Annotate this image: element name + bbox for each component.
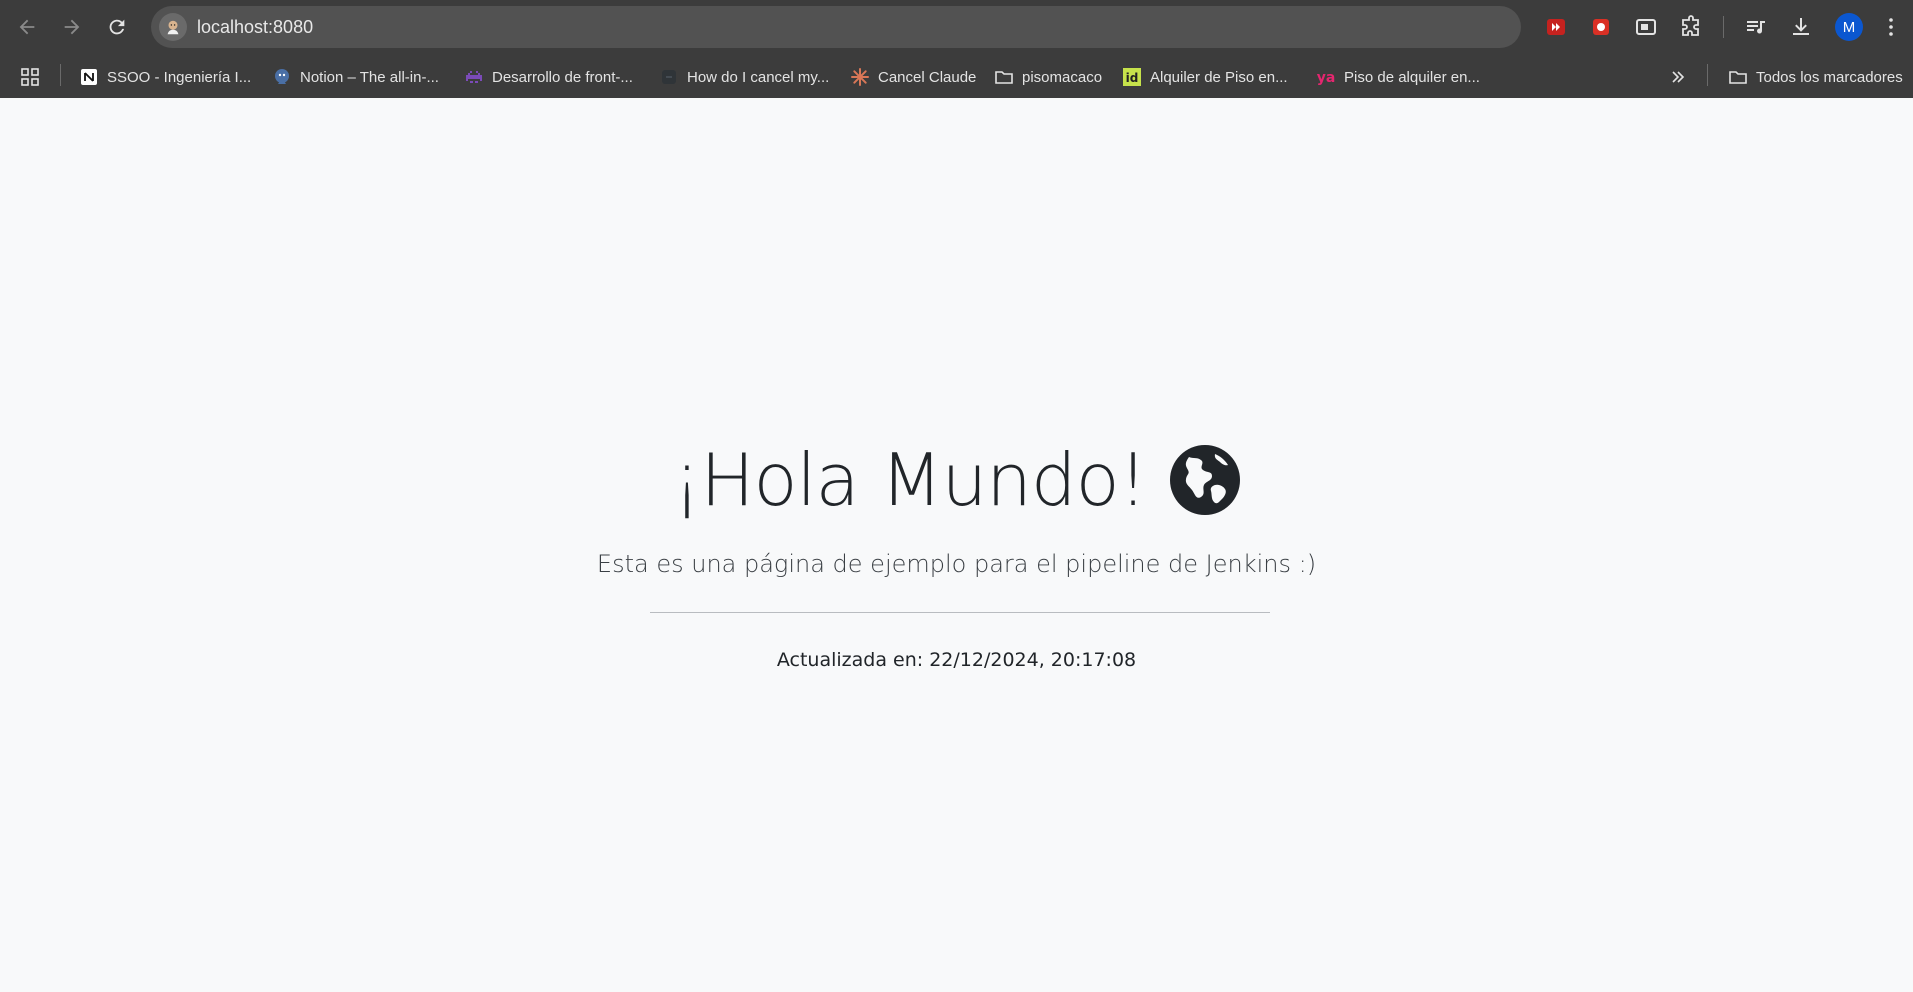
arrow-right-icon — [64, 19, 80, 35]
bookmark-item[interactable]: Cancel Claude — [850, 64, 976, 90]
space-invader-icon — [464, 67, 484, 87]
forward-button[interactable] — [54, 9, 90, 45]
svg-text:id: id — [1126, 71, 1139, 85]
globe-icon — [1169, 445, 1240, 515]
reload-icon — [109, 19, 125, 35]
svg-text:ya: ya — [1317, 70, 1336, 86]
downloads-button[interactable] — [1786, 12, 1816, 42]
divider — [650, 612, 1270, 613]
media-controls-button[interactable] — [1741, 12, 1771, 42]
bookmark-label: Piso de alquiler en... — [1344, 68, 1480, 86]
page-subtitle: Esta es una página de ejemplo para el pi… — [596, 550, 1317, 578]
bookmark-folder[interactable]: pisomacaco — [994, 64, 1102, 90]
toolbar-divider — [1723, 16, 1724, 38]
bookmark-item[interactable]: Desarrollo de front-... — [464, 64, 633, 90]
bookmark-item[interactable]: SSOO - Ingeniería I... — [79, 64, 251, 90]
bookmark-label: How do I cancel my... — [687, 68, 830, 86]
media-extension-icon — [1547, 19, 1565, 35]
address-bar[interactable]: localhost:8080 — [151, 6, 1521, 48]
extensions-button[interactable] — [1676, 12, 1706, 42]
record-extension-icon — [1593, 19, 1609, 35]
bookmark-label: SSOO - Ingeniería I... — [107, 68, 252, 86]
site-info-icon[interactable] — [159, 13, 187, 41]
bookmarks-bar: SSOO - Ingeniería I... Notion – The all-… — [0, 54, 1913, 98]
bookmarks-overflow-button[interactable] — [1668, 64, 1696, 90]
all-bookmarks-label: Todos los marcadores — [1756, 68, 1903, 86]
all-bookmarks-button[interactable]: Todos los marcadores — [1728, 64, 1903, 90]
sidebar-extension-icon — [1636, 19, 1656, 35]
yaencontre-icon: ya — [1316, 67, 1336, 87]
page-heading: ¡Hola Mundo! — [0, 438, 1913, 522]
download-icon — [1793, 18, 1809, 35]
bookmark-item[interactable]: id Alquiler de Piso en... — [1122, 64, 1288, 90]
more-vertical-icon — [1889, 18, 1893, 36]
folder-icon — [994, 67, 1014, 87]
browser-chrome: localhost:8080 M SSOO - Ingeniería I... … — [0, 0, 1913, 98]
chevron-double-right-icon — [1668, 67, 1688, 87]
updated-timestamp: Actualizada en: 22/12/2024, 20:17:08 — [776, 649, 1137, 671]
puzzle-icon — [1682, 15, 1699, 36]
extension-button-3[interactable] — [1631, 12, 1661, 42]
extension-button-1[interactable] — [1541, 12, 1571, 42]
bookmarks-divider — [1707, 64, 1708, 86]
bookmark-label: pisomacaco — [1022, 68, 1103, 86]
arrow-left-icon — [19, 19, 35, 35]
claude-icon — [850, 67, 870, 87]
profile-avatar[interactable]: M — [1835, 13, 1863, 41]
bookmark-label: Cancel Claude — [878, 68, 977, 86]
folder-icon — [1728, 67, 1748, 87]
page-title: ¡Hola Mundo! — [672, 438, 1147, 522]
bookmark-label: Desarrollo de front-... — [492, 68, 633, 86]
bookmark-item[interactable]: Notion – The all-in-... — [272, 64, 439, 90]
url-text: localhost:8080 — [197, 16, 314, 37]
bookmark-item[interactable]: ya Piso de alquiler en... — [1316, 64, 1480, 90]
bookmark-item[interactable]: How do I cancel my... — [659, 64, 829, 90]
page-content: ¡Hola Mundo! Esta es una página de ejemp… — [0, 98, 1913, 992]
extension-button-2[interactable] — [1586, 12, 1616, 42]
bookmarks-divider — [60, 64, 61, 86]
bookmark-label: Notion – The all-in-... — [300, 68, 439, 86]
back-button[interactable] — [9, 9, 45, 45]
browser-menu-button[interactable] — [1876, 12, 1906, 42]
site-icon — [659, 67, 679, 87]
idealista-icon: id — [1122, 67, 1142, 87]
apps-grid-icon — [20, 67, 40, 87]
apps-button[interactable] — [20, 64, 48, 90]
playlist-icon — [1747, 21, 1765, 34]
notion-ai-icon — [272, 67, 292, 87]
browser-toolbar: localhost:8080 M — [0, 0, 1913, 54]
bookmark-label: Alquiler de Piso en... — [1150, 68, 1288, 86]
reload-button[interactable] — [99, 9, 135, 45]
notion-icon — [79, 67, 99, 87]
